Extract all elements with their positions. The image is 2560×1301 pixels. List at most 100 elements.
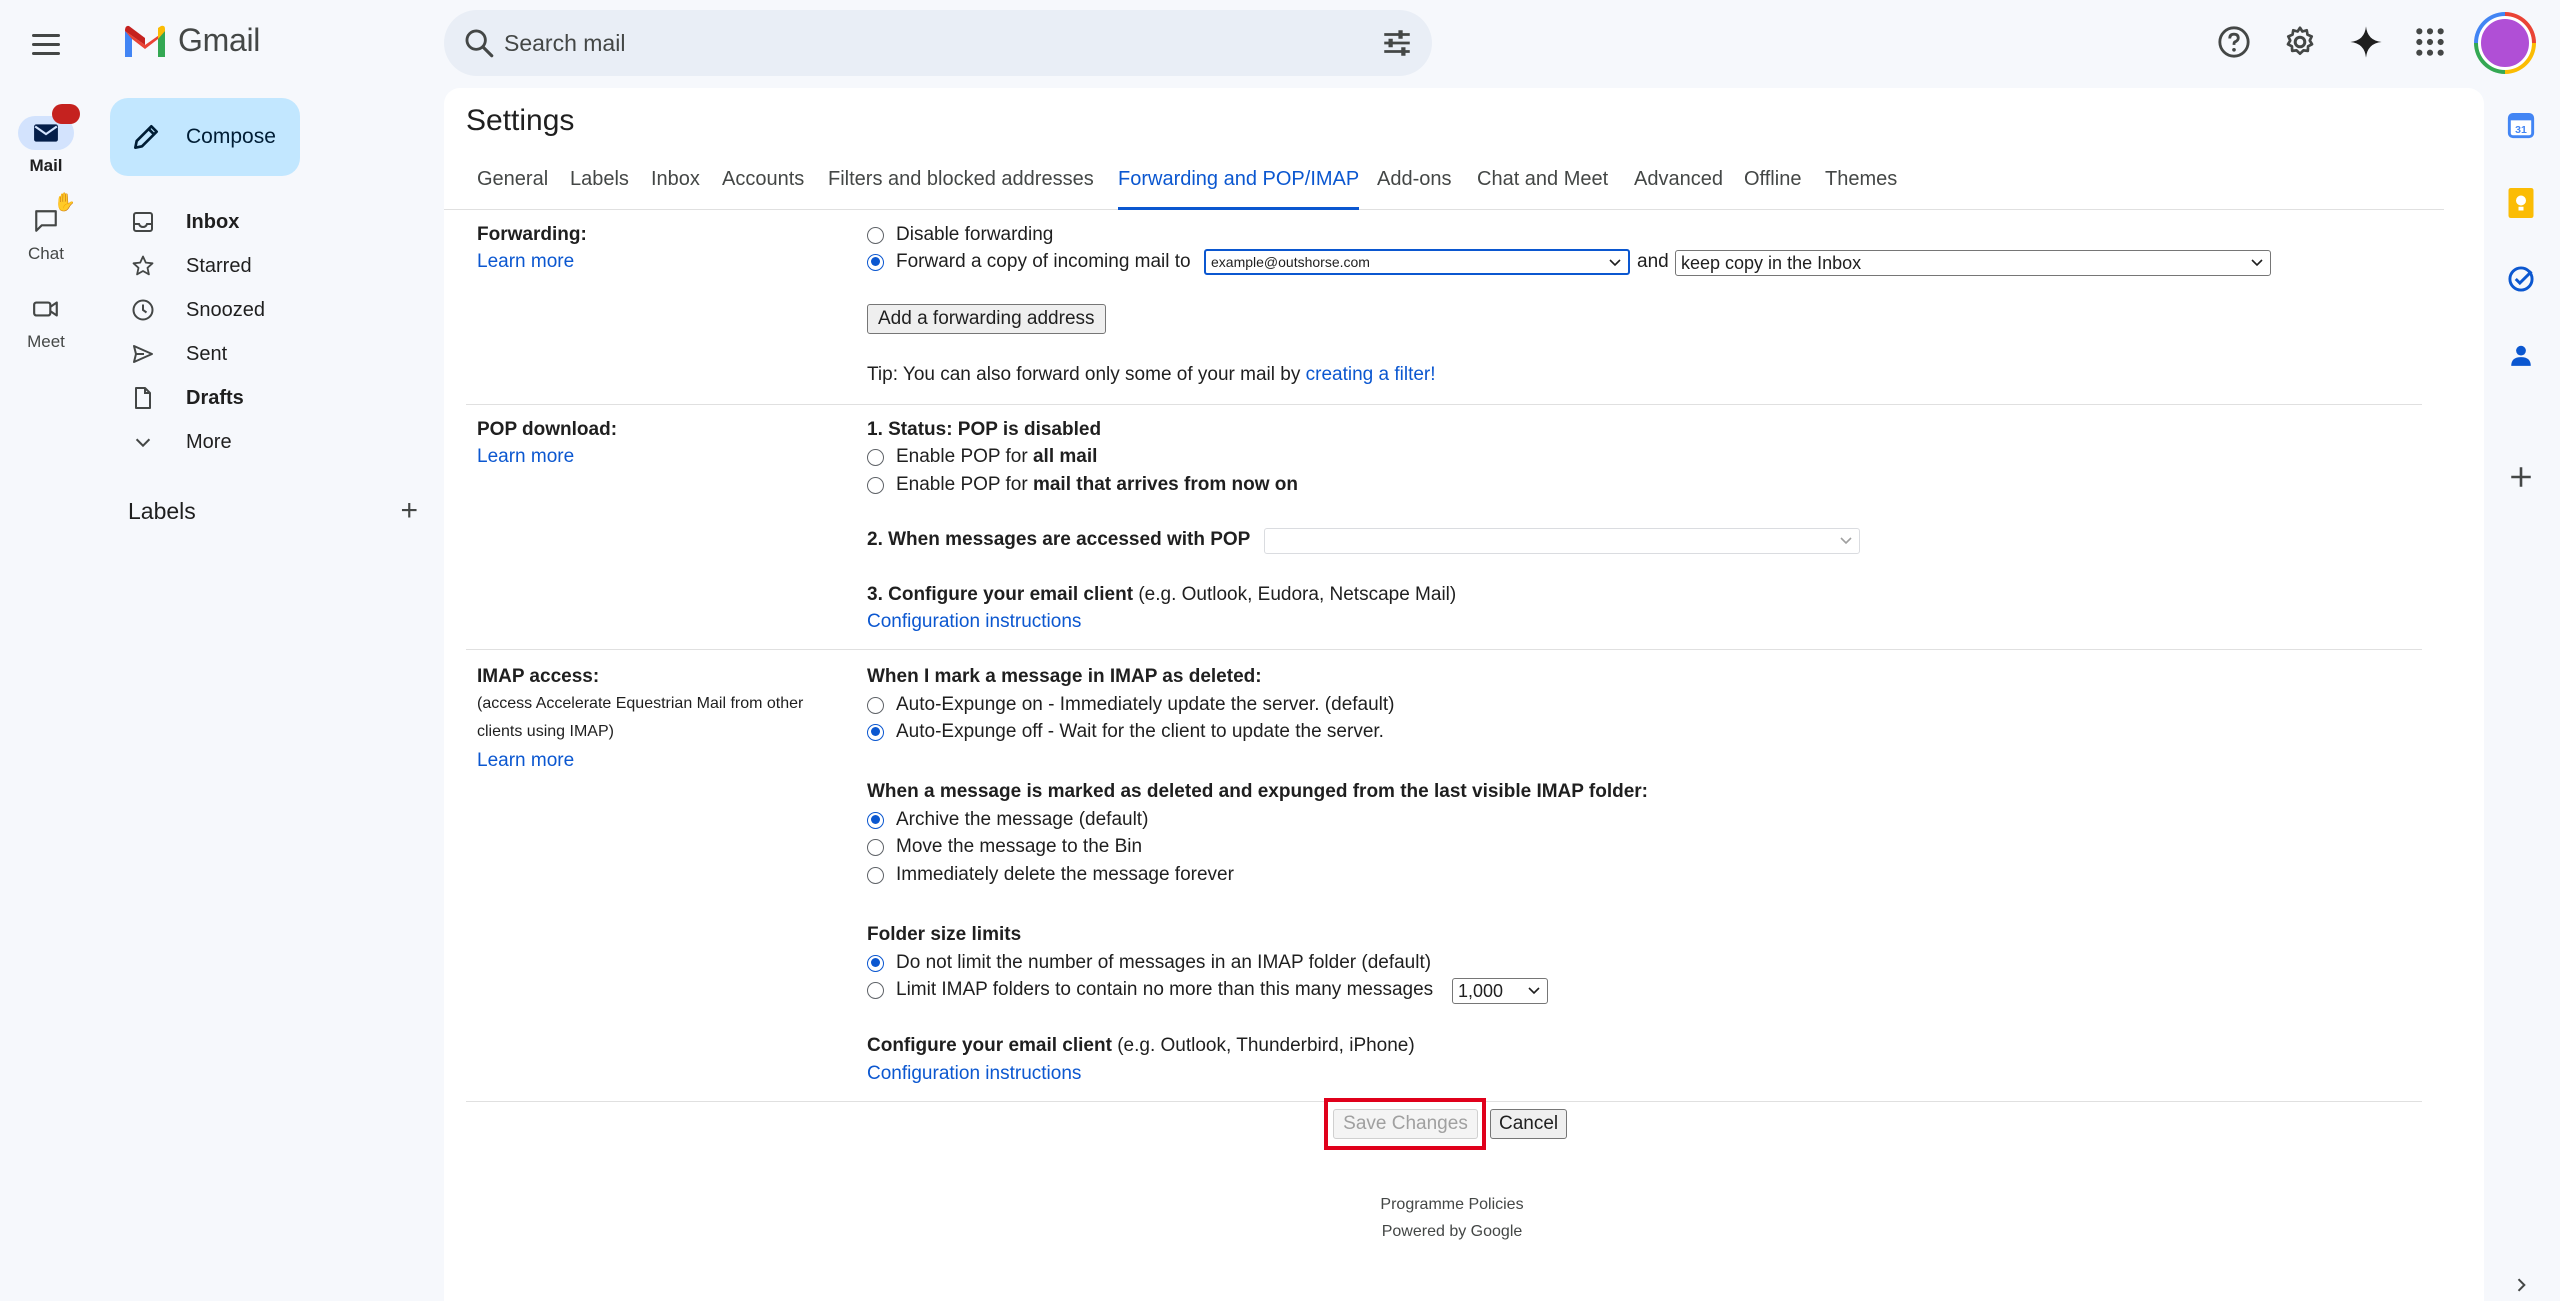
imap-deleted-heading: When I mark a message in IMAP as deleted…: [867, 666, 1262, 687]
tab-general[interactable]: General: [477, 160, 548, 210]
move-to-bin-option[interactable]: Move the message to the Bin: [867, 836, 1142, 858]
search-icon[interactable]: [462, 26, 496, 60]
tab-chat-and-meet[interactable]: Chat and Meet: [1477, 160, 1608, 210]
imap-configure-rest: (e.g. Outlook, Thunderbird, iPhone): [1117, 1035, 1415, 1056]
tab-filters[interactable]: Filters and blocked addresses: [828, 160, 1094, 210]
nav-item-drafts[interactable]: Drafts: [110, 376, 430, 420]
search-bar[interactable]: [444, 10, 1432, 76]
pop-learn-more-link[interactable]: Learn more: [477, 446, 574, 468]
rail-mail-icon-wrap: [18, 104, 80, 150]
programme-policies-link[interactable]: Programme Policies: [1302, 1196, 1602, 1214]
and-text: and: [1637, 251, 1669, 272]
no-limit-option[interactable]: Do not limit the number of messages in a…: [867, 952, 1431, 974]
nav-item-sent[interactable]: Sent: [110, 332, 430, 376]
auto-expunge-off-label: Auto-Expunge off - Wait for the client t…: [896, 721, 1384, 742]
chevron-down-icon: [1840, 537, 1852, 545]
rail-chat[interactable]: ✋ Chat: [0, 192, 92, 264]
forward-copy-option[interactable]: Forward a copy of incoming mail to: [867, 251, 1191, 273]
save-changes-button[interactable]: Save Changes: [1333, 1109, 1478, 1139]
tab-offline[interactable]: Offline: [1744, 160, 1801, 210]
star-icon: [130, 253, 156, 279]
apps-grid-icon[interactable]: [2410, 22, 2450, 62]
mail-icon: [34, 124, 58, 142]
enable-pop-now-option[interactable]: Enable POP for mail that arrives from no…: [867, 474, 1298, 496]
move-to-bin-radio[interactable]: [867, 838, 884, 856]
forward-action-select[interactable]: keep copy in the Inbox: [1675, 250, 2271, 276]
pop-configure-bold: 3. Configure your email client: [867, 584, 1134, 605]
nav-item-inbox[interactable]: Inbox: [110, 200, 430, 244]
enable-pop-all-radio[interactable]: [867, 448, 884, 466]
compose-button[interactable]: Compose: [110, 98, 300, 176]
tab-accounts[interactable]: Accounts: [722, 160, 804, 210]
tab-inbox[interactable]: Inbox: [651, 160, 700, 210]
enable-pop-now-radio[interactable]: [867, 476, 884, 494]
auto-expunge-on-radio[interactable]: [867, 696, 884, 714]
wave-hand-icon: ✋: [53, 192, 76, 212]
archive-option[interactable]: Archive the message (default): [867, 809, 1148, 831]
keep-notes-icon[interactable]: [2504, 186, 2538, 220]
tab-themes[interactable]: Themes: [1825, 160, 1897, 210]
rail-meet-label: Meet: [27, 332, 65, 351]
archive-radio[interactable]: [867, 811, 884, 829]
search-input[interactable]: [504, 28, 1264, 58]
nav-item-snoozed[interactable]: Snoozed: [110, 288, 430, 332]
tab-add-ons[interactable]: Add-ons: [1377, 160, 1452, 210]
imap-access-note: (access Accelerate Equestrian Mail from …: [477, 695, 804, 740]
delete-forever-option[interactable]: Immediately delete the message forever: [867, 864, 1234, 886]
tab-advanced[interactable]: Advanced: [1634, 160, 1723, 210]
forward-address-value: example@outshorse.com: [1211, 254, 1370, 270]
auto-expunge-off-option[interactable]: Auto-Expunge off - Wait for the client t…: [867, 721, 1384, 743]
disable-forwarding-radio[interactable]: [867, 226, 884, 244]
imap-learn-more-link[interactable]: Learn more: [477, 750, 574, 772]
contacts-icon[interactable]: [2504, 338, 2538, 372]
forwarding-tip: Tip: You can also forward only some of y…: [867, 364, 1436, 386]
disable-forwarding-option[interactable]: Disable forwarding: [867, 224, 1053, 246]
nav-item-starred[interactable]: Starred: [110, 244, 430, 288]
enable-pop-all-option[interactable]: Enable POP for all mail: [867, 446, 1097, 468]
main-menu-button[interactable]: [28, 26, 64, 62]
add-label-button[interactable]: +: [400, 496, 418, 526]
rail-mail[interactable]: Mail: [0, 104, 92, 176]
settings-gear-icon[interactable]: [2280, 22, 2320, 62]
imap-expunged-heading: When a message is marked as deleted and …: [867, 781, 1648, 802]
enable-pop-now-prefix: Enable POP for: [896, 474, 1028, 495]
forwarding-learn-more-link[interactable]: Learn more: [477, 251, 574, 273]
no-limit-radio[interactable]: [867, 954, 884, 972]
cancel-button[interactable]: Cancel: [1490, 1109, 1568, 1139]
help-icon[interactable]: [2214, 22, 2254, 62]
tasks-icon[interactable]: [2504, 262, 2538, 296]
auto-expunge-off-radio[interactable]: [867, 723, 884, 741]
menu-line: [32, 33, 60, 37]
create-filter-link[interactable]: creating a filter!: [1306, 364, 1436, 386]
rail-meet[interactable]: Meet: [0, 292, 92, 352]
nav-label: Snoozed: [186, 298, 265, 321]
inbox-icon: [130, 209, 156, 235]
nav-item-more[interactable]: More: [110, 420, 430, 464]
add-addon-icon[interactable]: [2504, 460, 2538, 494]
pop-config-instructions-link[interactable]: Configuration instructions: [867, 611, 1081, 633]
auto-expunge-on-option[interactable]: Auto-Expunge on - Immediately update the…: [867, 694, 1395, 716]
add-forwarding-address-button[interactable]: Add a forwarding address: [867, 304, 1106, 334]
tab-forwarding-pop-imap[interactable]: Forwarding and POP/IMAP: [1118, 160, 1360, 210]
account-avatar[interactable]: [2474, 12, 2536, 74]
pop-action-select[interactable]: [1264, 528, 1860, 554]
folder-limit-select[interactable]: 1,000: [1452, 978, 1548, 1004]
limit-option[interactable]: Limit IMAP folders to contain no more th…: [867, 979, 1433, 1001]
forward-address-select[interactable]: example@outshorse.com: [1204, 249, 1630, 275]
chevron-right-icon[interactable]: [2504, 1268, 2538, 1301]
calendar-icon[interactable]: 31: [2504, 108, 2538, 142]
chevron-down-icon: [2251, 259, 2263, 267]
search-options-icon[interactable]: [1380, 26, 1414, 60]
imap-config-instructions-link[interactable]: Configuration instructions: [867, 1063, 1081, 1085]
gemini-sparkle-icon[interactable]: [2346, 22, 2386, 62]
enable-pop-now-bold: mail that arrives from now on: [1032, 474, 1298, 495]
forward-copy-radio[interactable]: [867, 253, 884, 271]
chevron-down-icon: [130, 429, 156, 455]
limit-radio[interactable]: [867, 981, 884, 999]
tip-text: Tip: You can also forward only some of y…: [867, 364, 1301, 385]
clock-icon: [130, 297, 156, 323]
tab-labels[interactable]: Labels: [570, 160, 629, 210]
imap-configure-text: Configure your email client (e.g. Outloo…: [867, 1035, 1415, 1057]
gmail-logo[interactable]: Gmail: [122, 22, 260, 59]
delete-forever-radio[interactable]: [867, 866, 884, 884]
